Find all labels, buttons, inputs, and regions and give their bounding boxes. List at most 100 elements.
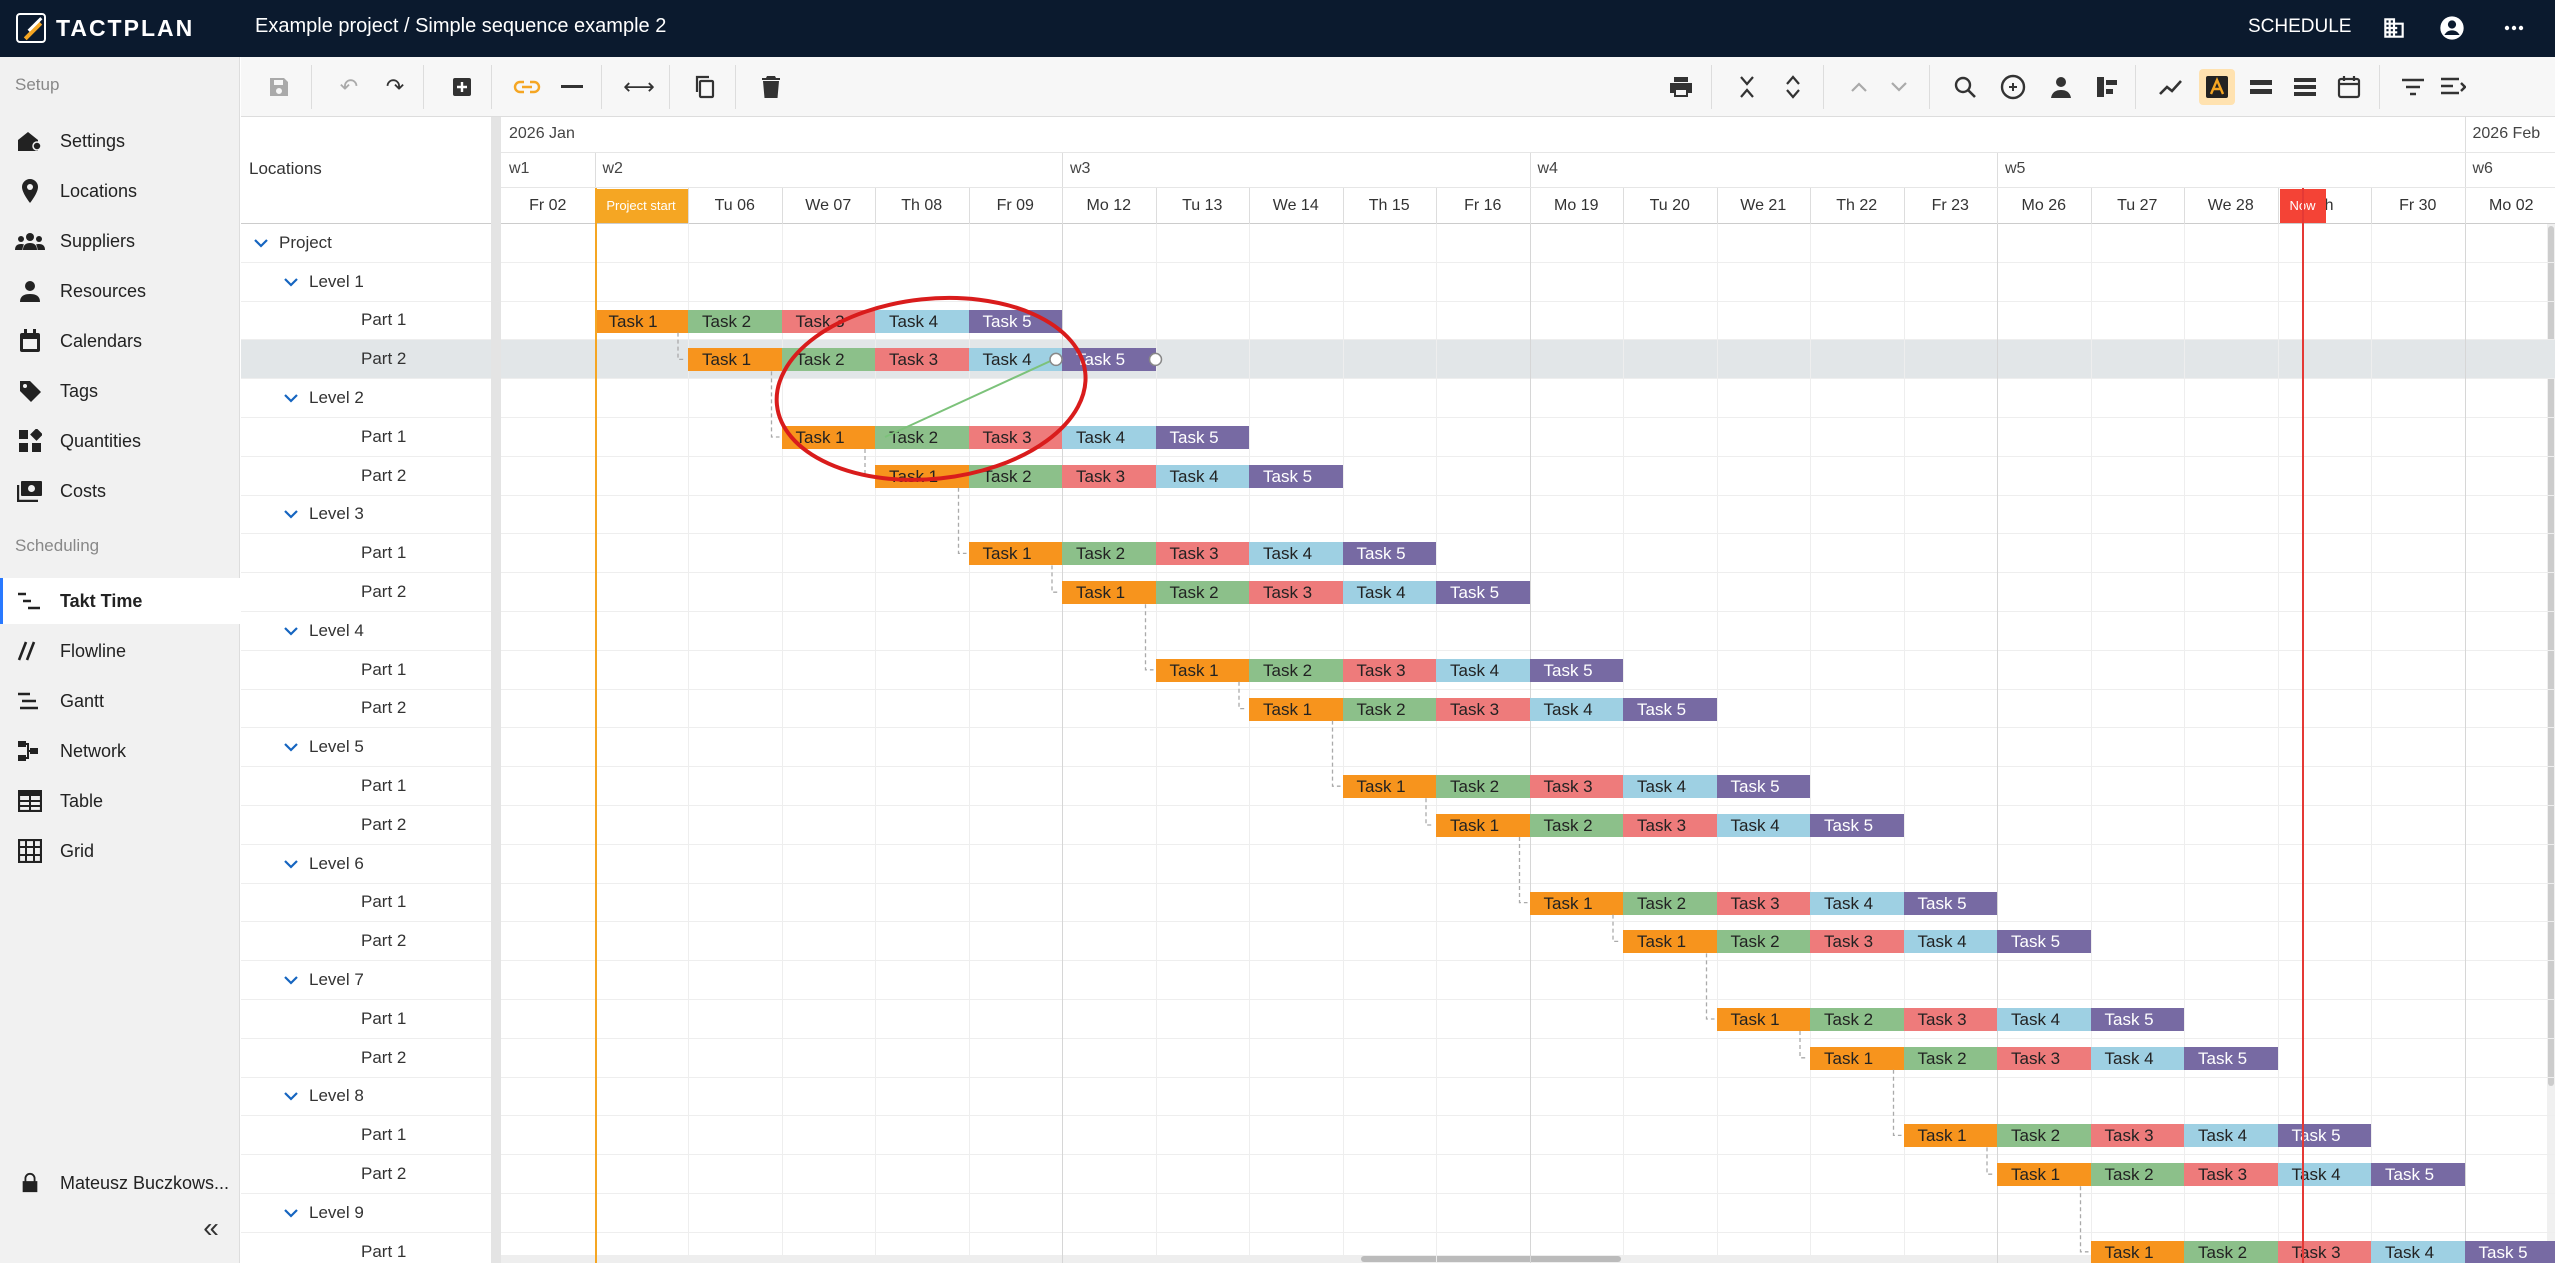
task-bar[interactable]: Task 2 xyxy=(1997,1124,2091,1148)
task-bar[interactable]: Task 1 xyxy=(1062,581,1156,605)
task-bar[interactable]: Task 5 xyxy=(1997,930,2091,954)
sidebar-item-table[interactable]: Table xyxy=(0,778,240,824)
task-bar[interactable]: Task 1 xyxy=(1810,1046,1904,1070)
task-bar[interactable]: Task 5 xyxy=(1155,426,1249,449)
task-bar[interactable]: Task 2 xyxy=(1436,775,1530,799)
task-bar[interactable]: Task 5 xyxy=(2464,1240,2555,1263)
task-bar[interactable]: Task 4 xyxy=(968,348,1062,372)
task-bar[interactable]: Task 2 xyxy=(1249,658,1343,682)
tree-part-row[interactable]: Part 2 xyxy=(241,340,491,380)
chevron-down-icon[interactable] xyxy=(281,1205,301,1221)
task-bar[interactable]: Task 3 xyxy=(1155,542,1249,566)
sidebar-item-tags[interactable]: Tags xyxy=(0,368,240,414)
rows-icon[interactable] xyxy=(2287,69,2323,105)
tree-part-row[interactable]: Part 1 xyxy=(241,651,491,690)
sidebar-item-resources[interactable]: Resources xyxy=(0,268,240,314)
task-bar[interactable]: Task 1 xyxy=(968,542,1062,566)
tree-level-row[interactable]: Level 1 xyxy=(241,263,491,302)
tree-level-row[interactable]: Level 9 xyxy=(241,1194,491,1233)
task-bar[interactable]: Task 2 xyxy=(688,309,782,333)
task-bar[interactable]: Task 5 xyxy=(1903,891,1997,915)
task-bar[interactable]: Task 4 xyxy=(2277,1163,2371,1187)
sync-icon[interactable] xyxy=(1995,69,2031,105)
task-bar[interactable]: Task 1 xyxy=(1529,891,1623,915)
tree-part-row[interactable]: Part 2 xyxy=(241,690,491,729)
tree-level-row[interactable]: Level 3 xyxy=(241,496,491,535)
logo[interactable]: TACTPLAN xyxy=(16,12,194,44)
tree-part-row[interactable]: Part 1 xyxy=(241,1116,491,1156)
sidebar-item-locations[interactable]: Locations xyxy=(0,168,240,214)
task-bar[interactable]: Task 4 xyxy=(1062,426,1156,449)
task-bar[interactable]: Task 4 xyxy=(1249,542,1343,566)
save-icon[interactable] xyxy=(261,69,297,105)
task-bar[interactable]: Task 3 xyxy=(968,426,1062,449)
copy-icon[interactable] xyxy=(687,69,723,105)
task-bar[interactable]: Task 1 xyxy=(875,464,969,488)
tree-level-row[interactable]: Level 4 xyxy=(241,612,491,651)
task-bar[interactable]: Task 1 xyxy=(594,309,688,333)
chevron-down-icon[interactable] xyxy=(281,506,301,522)
sidebar-item-gantt[interactable]: Gantt xyxy=(0,678,240,724)
task-bar[interactable]: Task 2 xyxy=(781,348,875,372)
task-bar[interactable]: Task 1 xyxy=(1623,930,1717,954)
schedule-menu[interactable]: SCHEDULE xyxy=(2248,16,2351,38)
building-icon[interactable] xyxy=(2378,12,2410,44)
task-bar[interactable]: Task 4 xyxy=(2090,1046,2184,1070)
link-icon[interactable] xyxy=(509,69,545,105)
collapse-sidebar-icon[interactable]: « xyxy=(195,1212,227,1244)
task-bar[interactable]: Task 5 xyxy=(2371,1163,2465,1187)
task-bar[interactable]: Task 5 xyxy=(1529,658,1623,682)
chevron-down-icon[interactable] xyxy=(281,390,301,406)
task-bar[interactable]: Task 5 xyxy=(1342,542,1436,566)
sidebar-item-settings[interactable]: Settings xyxy=(0,118,240,164)
pane-splitter[interactable] xyxy=(491,117,501,1263)
task-bar[interactable]: Task 2 xyxy=(1716,930,1810,954)
tree-level-row[interactable]: Level 8 xyxy=(241,1078,491,1117)
undo-icon[interactable]: ↶ xyxy=(331,69,367,105)
task-bar[interactable]: Task 2 xyxy=(1155,581,1249,605)
task-bar[interactable]: Task 2 xyxy=(1810,1008,1904,1031)
task-bar[interactable]: Task 1 xyxy=(1436,814,1530,837)
task-bar[interactable]: Task 1 xyxy=(1716,1008,1810,1031)
task-bar[interactable]: Task 3 xyxy=(1810,930,1904,954)
task-bar[interactable]: Task 4 xyxy=(1903,930,1997,954)
task-bar[interactable]: Task 2 xyxy=(875,426,969,449)
task-bar[interactable]: Task 2 xyxy=(1342,697,1436,721)
tree-part-row[interactable]: Part 1 xyxy=(241,302,491,341)
task-bar[interactable]: Task 3 xyxy=(875,348,969,372)
person-filter-icon[interactable] xyxy=(2043,69,2079,105)
task-bar[interactable]: Task 5 xyxy=(968,309,1062,333)
row-bars-icon[interactable] xyxy=(2243,69,2279,105)
task-bar[interactable]: Task 5 xyxy=(1436,581,1530,605)
tree-level-row[interactable]: Level 2 xyxy=(241,379,491,418)
more-menu-icon[interactable] xyxy=(2498,12,2530,44)
task-bar[interactable]: Task 5 xyxy=(2277,1124,2371,1148)
task-bar[interactable]: Task 1 xyxy=(1249,697,1343,721)
tree-part-row[interactable]: Part 1 xyxy=(241,418,491,457)
task-bar[interactable]: Task 1 xyxy=(1903,1124,1997,1148)
sidebar-item-calendars[interactable]: Calendars xyxy=(0,318,240,364)
task-bar[interactable]: Task 4 xyxy=(1810,891,1904,915)
task-bar[interactable]: Task 4 xyxy=(1997,1008,2091,1031)
print-icon[interactable] xyxy=(1663,69,1699,105)
task-bar[interactable]: Task 4 xyxy=(1716,814,1810,837)
task-bar[interactable]: Task 4 xyxy=(1155,464,1249,488)
task-bar[interactable]: Task 4 xyxy=(1436,658,1530,682)
chevron-down-icon[interactable] xyxy=(281,1088,301,1104)
filter-icon[interactable] xyxy=(2395,69,2431,105)
task-bar[interactable]: Task 4 xyxy=(875,309,969,333)
task-bar[interactable]: Task 3 xyxy=(1249,581,1343,605)
task-bar[interactable]: Task 5 xyxy=(1249,464,1343,488)
tree-part-row[interactable]: Part 2 xyxy=(241,1039,491,1078)
task-bar[interactable]: Task 2 xyxy=(1903,1046,1997,1070)
task-bar[interactable]: Task 3 xyxy=(2090,1124,2184,1148)
trend-icon[interactable] xyxy=(2153,69,2189,105)
task-bar[interactable]: Task 4 xyxy=(1342,581,1436,605)
task-bar[interactable]: Task 4 xyxy=(2371,1240,2465,1263)
sidebar-item-costs[interactable]: Costs xyxy=(0,468,240,514)
collapse-all-icon[interactable] xyxy=(1729,69,1765,105)
move-up-icon[interactable] xyxy=(1841,69,1877,105)
task-bar[interactable]: Task 5 xyxy=(2184,1046,2278,1070)
chevron-down-icon[interactable] xyxy=(251,235,271,251)
task-bar[interactable]: Task 2 xyxy=(1623,891,1717,915)
